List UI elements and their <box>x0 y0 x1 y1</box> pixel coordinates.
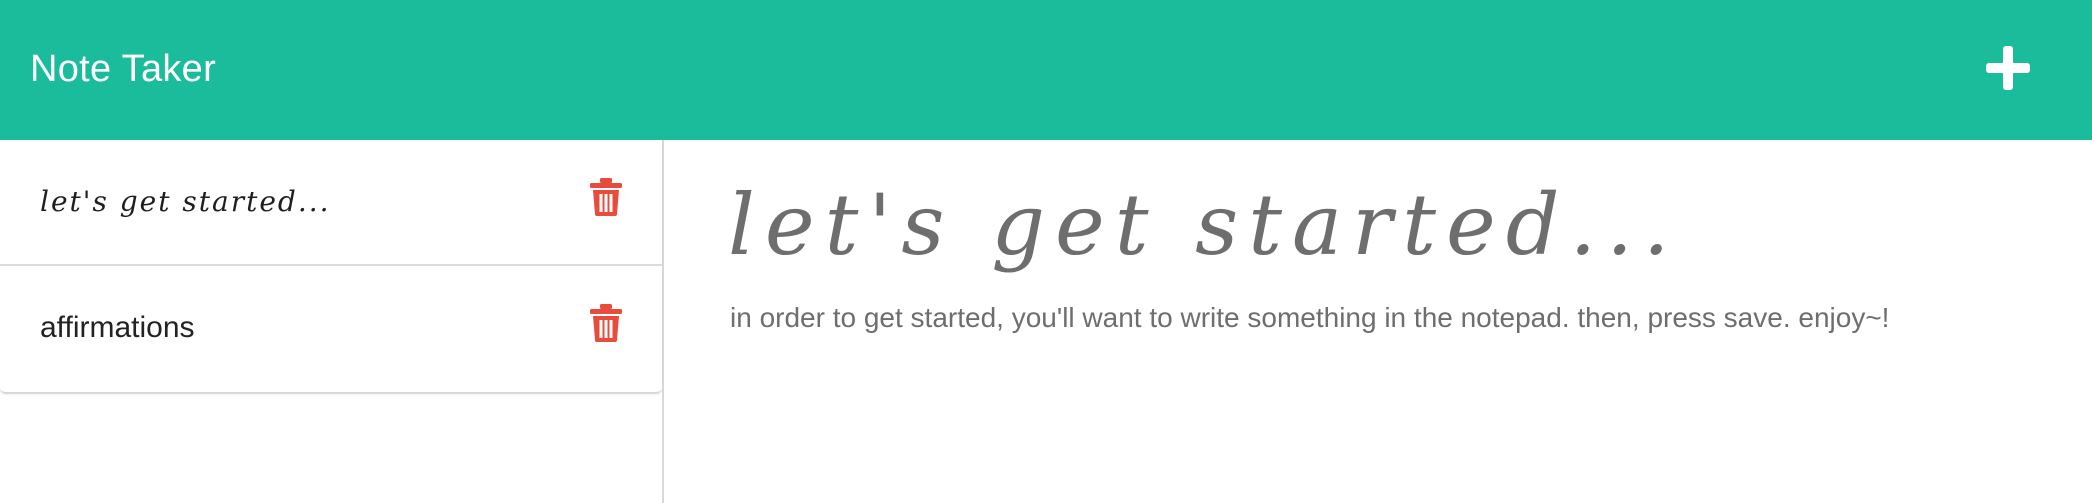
note-list: let's get started... affirmations <box>0 140 662 394</box>
delete-note-button[interactable] <box>590 304 624 344</box>
note-list-title: let's get started... <box>40 185 331 218</box>
trash-icon <box>590 304 622 342</box>
delete-note-button[interactable] <box>590 178 624 218</box>
note-sidebar: let's get started... affirmations <box>0 140 664 503</box>
new-note-button[interactable] <box>1984 44 2032 92</box>
note-text-area[interactable]: in order to get started, you'll want to … <box>730 298 1889 338</box>
list-item[interactable]: affirmations <box>0 266 662 392</box>
app-title[interactable]: Note Taker <box>30 44 216 94</box>
note-list-title: affirmations <box>40 311 195 344</box>
navbar: Note Taker <box>0 0 2092 140</box>
plus-icon <box>1986 46 2030 90</box>
trash-icon <box>590 178 622 216</box>
note-title-field[interactable]: let's get started... <box>728 170 1680 280</box>
list-item[interactable]: let's get started... <box>0 140 662 266</box>
note-editor: let's get started... in order to get sta… <box>666 140 2092 503</box>
